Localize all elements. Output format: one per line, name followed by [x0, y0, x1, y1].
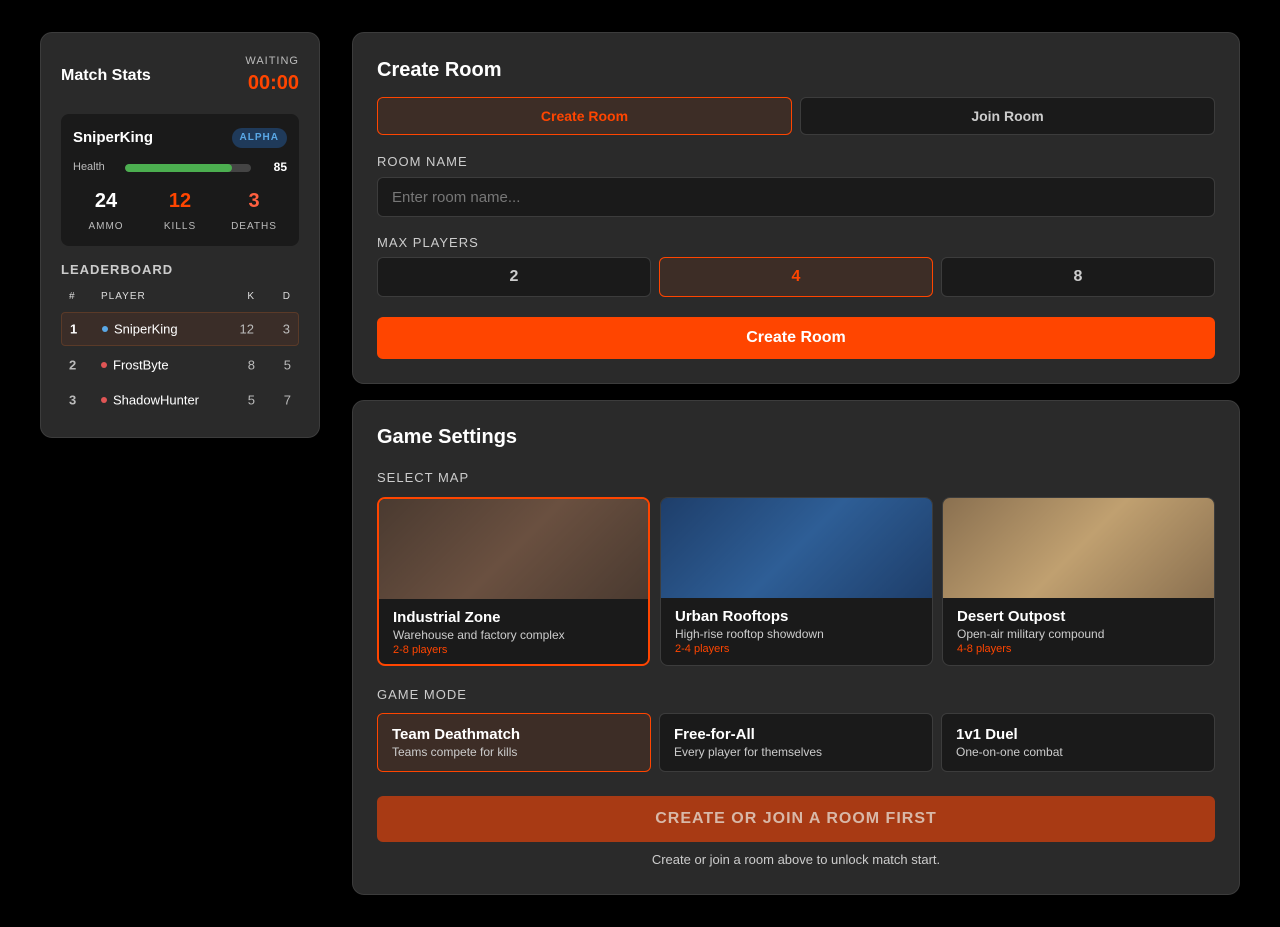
kills-label: KILLS	[163, 221, 197, 232]
leaderboard-header-rank: #	[69, 291, 76, 302]
map-description: Open-air military compound	[957, 627, 1105, 641]
mode-name: 1v1 Duel	[956, 726, 1018, 743]
map-card-industrial-zone[interactable]: Industrial Zone Warehouse and factory co…	[377, 497, 650, 666]
map-description: High-rise rooftop showdown	[675, 627, 824, 641]
team-badge: ALPHA	[231, 128, 287, 148]
map-card-desert-outpost[interactable]: Desert Outpost Open-air military compoun…	[942, 497, 1215, 666]
create-room-title: Create Room	[377, 59, 502, 81]
room-name-input[interactable]	[377, 177, 1215, 217]
leaderboard-kills: 12	[239, 321, 254, 337]
leaderboard-deaths: 7	[283, 392, 291, 408]
leaderboard-rank: 2	[69, 357, 77, 373]
mode-card-free-for-all[interactable]: Free-for-All Every player for themselves	[659, 713, 933, 772]
leaderboard-deaths: 5	[283, 357, 291, 373]
deaths-label: DEATHS	[231, 221, 277, 232]
leaderboard-header-player: PLAYER	[101, 291, 146, 302]
match-timer: 00:00	[247, 72, 299, 94]
start-hint-text: Create or join a room above to unlock ma…	[651, 852, 941, 867]
ammo-label: AMMO	[88, 221, 124, 232]
max-players-option-8[interactable]: 8	[941, 257, 1215, 297]
leaderboard-header: # PLAYER K D	[61, 291, 299, 305]
map-name: Industrial Zone	[393, 609, 501, 626]
health-label: Health	[73, 161, 105, 173]
deaths-stat: 3 DEATHS	[217, 190, 291, 232]
deaths-value: 3	[248, 190, 260, 212]
leaderboard-header-kills: K	[247, 291, 255, 302]
game-settings-panel: Game Settings SELECT MAP Industrial Zone…	[352, 400, 1240, 895]
tab-join-room[interactable]: Join Room	[800, 97, 1215, 135]
map-thumbnail	[943, 498, 1214, 598]
game-settings-title: Game Settings	[377, 426, 518, 448]
team-dot-icon	[101, 362, 107, 368]
map-player-range: 4-8 players	[957, 643, 1012, 655]
match-status: WAITING	[245, 55, 299, 67]
match-stats-title: Match Stats	[61, 67, 151, 84]
room-name-label: ROOM NAME	[377, 154, 468, 169]
player-name: SniperKing	[73, 129, 154, 146]
create-room-panel: Create Room Create Room Join Room ROOM N…	[352, 32, 1240, 384]
team-dot-icon	[101, 397, 107, 403]
ammo-value: 24	[94, 190, 118, 212]
leaderboard-kills: 8	[247, 357, 255, 373]
map-player-range: 2-8 players	[393, 644, 448, 656]
map-name: Urban Rooftops	[675, 608, 789, 625]
create-room-button[interactable]: Create Room	[377, 317, 1215, 359]
leaderboard-kills: 5	[247, 392, 255, 408]
map-player-range: 2-4 players	[675, 643, 730, 655]
player-card: SniperKing ALPHA Health 85 24 AMMO 12 KI…	[61, 114, 299, 246]
mode-description: Every player for themselves	[674, 745, 823, 759]
leaderboard-title: LEADERBOARD	[61, 262, 174, 277]
mode-name: Team Deathmatch	[392, 726, 521, 743]
max-players-label: MAX PLAYERS	[377, 235, 479, 250]
mode-card-team-deathmatch[interactable]: Team Deathmatch Teams compete for kills	[377, 713, 651, 772]
mode-description: Teams compete for kills	[392, 745, 518, 759]
health-bar	[125, 164, 251, 172]
map-description: Warehouse and factory complex	[393, 628, 565, 642]
match-stats-panel: Match Stats WAITING 00:00 SniperKing ALP…	[40, 32, 320, 438]
leaderboard-rank: 3	[69, 392, 77, 408]
kills-stat: 12 KILLS	[143, 190, 217, 232]
map-card-urban-rooftops[interactable]: Urban Rooftops High-rise rooftop showdow…	[660, 497, 933, 666]
leaderboard-player-name: FrostByte	[113, 357, 169, 373]
leaderboard-deaths: 3	[282, 321, 290, 337]
start-match-button[interactable]: CREATE OR JOIN A ROOM FIRST	[377, 796, 1215, 842]
leaderboard-player-name: SniperKing	[114, 321, 178, 337]
leaderboard-row: 3 ShadowHunter 5 7	[61, 383, 299, 417]
mode-description: One-on-one combat	[956, 745, 1063, 759]
mode-card-1v1-duel[interactable]: 1v1 Duel One-on-one combat	[941, 713, 1215, 772]
game-mode-label: GAME MODE	[377, 687, 467, 702]
mode-name: Free-for-All	[674, 726, 755, 743]
tab-create-room[interactable]: Create Room	[377, 97, 792, 135]
map-thumbnail	[661, 498, 932, 598]
leaderboard-player-name: ShadowHunter	[113, 392, 199, 408]
health-bar-fill	[125, 164, 233, 172]
leaderboard-row: 1 SniperKing 12 3	[61, 312, 299, 346]
leaderboard-header-deaths: D	[282, 291, 291, 302]
leaderboard-rank: 1	[70, 321, 78, 337]
kills-value: 12	[168, 190, 192, 212]
ammo-stat: 24 AMMO	[69, 190, 143, 232]
map-thumbnail	[379, 499, 648, 599]
team-dot-icon	[102, 326, 108, 332]
max-players-option-2[interactable]: 2	[377, 257, 651, 297]
select-map-label: SELECT MAP	[377, 470, 470, 485]
max-players-option-4[interactable]: 4	[659, 257, 933, 297]
health-value: 85	[273, 160, 287, 174]
map-name: Desert Outpost	[957, 608, 1066, 625]
leaderboard-row: 2 FrostByte 8 5	[61, 348, 299, 382]
